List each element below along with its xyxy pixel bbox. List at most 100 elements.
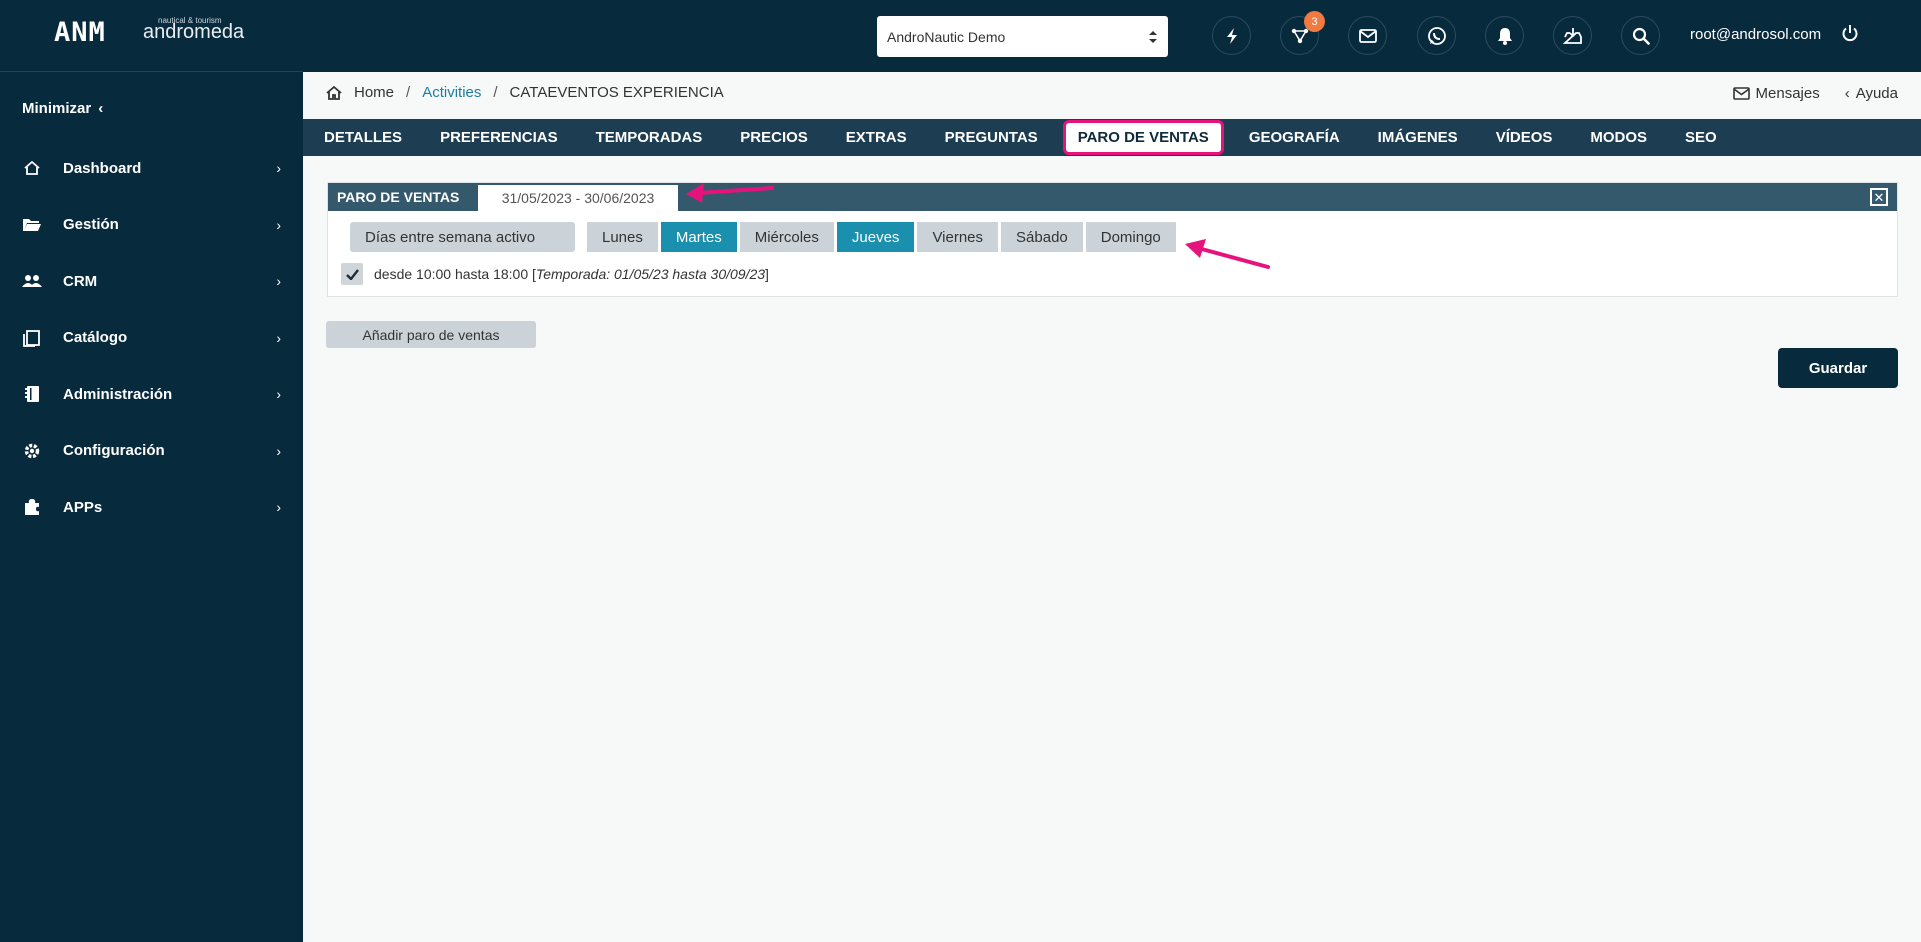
users-icon	[21, 270, 43, 292]
tab-imagenes[interactable]: IMÁGENES	[1359, 119, 1477, 156]
schedule-hours: desde 10:00 hasta 18:00 [	[374, 266, 536, 282]
chevron-left-icon: ‹	[1844, 85, 1850, 102]
close-icon[interactable]: ✕	[1870, 188, 1888, 206]
sidebar-item-label: Dashboard	[63, 159, 142, 177]
home-icon	[21, 157, 43, 179]
mail-icon	[1732, 87, 1750, 100]
sidebar-item-label: Administración	[63, 385, 173, 403]
sidebar-item-dashboard[interactable]: Dashboard ›	[0, 140, 303, 197]
catalog-icon	[21, 327, 43, 349]
day-miercoles[interactable]: Miércoles	[739, 222, 834, 252]
inbox-download-icon	[1562, 27, 1582, 44]
tab-seo[interactable]: SEO	[1666, 119, 1736, 156]
schedule-close-bracket: ]	[765, 266, 769, 282]
date-range-input[interactable]: 31/05/2023 - 30/06/2023	[478, 184, 678, 211]
quick-actions-button[interactable]	[1212, 16, 1251, 55]
power-icon	[1842, 25, 1858, 42]
chevron-right-icon: ›	[276, 160, 281, 177]
breadcrumb-home[interactable]: Home	[354, 84, 394, 101]
day-sabado[interactable]: Sábado	[1001, 222, 1083, 252]
chevron-right-icon: ›	[276, 329, 281, 346]
logo-name: andromeda	[143, 21, 245, 43]
puzzle-icon	[21, 496, 43, 518]
tab-temporadas[interactable]: TEMPORADAS	[577, 119, 722, 156]
topbar: AndroNautic Demo 3 root@androsol.com	[303, 0, 1921, 72]
chevron-right-icon: ›	[276, 216, 281, 233]
mail-icon	[1358, 28, 1377, 43]
tenant-select[interactable]: AndroNautic Demo	[877, 16, 1168, 57]
sidebar-item-catalogo[interactable]: Catálogo ›	[0, 310, 303, 367]
sidebar-item-crm[interactable]: CRM ›	[0, 253, 303, 310]
sidebar-item-apps[interactable]: APPs ›	[0, 479, 303, 536]
inbox-button[interactable]	[1553, 16, 1592, 55]
tab-geografia[interactable]: GEOGRAFÍA	[1230, 119, 1359, 156]
tab-paro-de-ventas[interactable]: PARO DE VENTAS	[1062, 120, 1224, 155]
day-viernes[interactable]: Viernes	[917, 222, 999, 252]
day-jueves[interactable]: Jueves	[836, 222, 915, 252]
network-button[interactable]: 3	[1280, 11, 1325, 55]
folder-icon	[21, 214, 43, 236]
help-label: Ayuda	[1855, 85, 1898, 102]
days-row: Días entre semana activo Lunes Martes Mi…	[350, 222, 1176, 252]
breadcrumb-current: CATAEVENTOS EXPERIENCIA	[509, 84, 724, 101]
breadcrumb-activities[interactable]: Activities	[422, 84, 481, 101]
schedule-checkbox[interactable]	[341, 263, 363, 285]
panel-title: PARO DE VENTAS	[337, 189, 460, 205]
notebook-icon	[21, 383, 43, 405]
home-icon	[326, 85, 342, 100]
search-button[interactable]	[1621, 16, 1660, 55]
sidebar-nav: Dashboard › Gestión › CRM › Catálogo › A…	[0, 140, 303, 536]
minimize-label: Minimizar	[22, 100, 92, 117]
sidebar-item-gestion[interactable]: Gestión ›	[0, 197, 303, 254]
breadcrumb-separator: /	[406, 84, 411, 101]
tab-preguntas[interactable]: PREGUNTAS	[926, 119, 1057, 156]
bell-icon	[1497, 27, 1512, 45]
panel-header: PARO DE VENTAS 31/05/2023 - 30/06/2023 ✕	[328, 183, 1897, 211]
breadcrumb-separator: /	[493, 84, 498, 101]
brand-logo[interactable]: ANM nautical & tourism andromeda	[0, 0, 303, 72]
breadcrumb: Home / Activities / CATAEVENTOS EXPERIEN…	[326, 84, 724, 101]
tab-detalles[interactable]: DETALLES	[305, 119, 421, 156]
weekday-selector: Lunes Martes Miércoles Jueves Viernes Sá…	[587, 222, 1176, 252]
notifications-button[interactable]	[1485, 16, 1524, 55]
sidebar-item-configuracion[interactable]: Configuración ›	[0, 423, 303, 480]
schedule-season: Temporada: 01/05/23 hasta 30/09/23	[535, 266, 766, 282]
schedule-text: desde 10:00 hasta 18:00 [Temporada: 01/0…	[374, 266, 769, 282]
chevron-right-icon: ›	[276, 499, 281, 516]
day-lunes[interactable]: Lunes	[587, 222, 658, 252]
tab-extras[interactable]: EXTRAS	[827, 119, 926, 156]
tab-videos[interactable]: VÍDEOS	[1477, 119, 1572, 156]
tab-preferencias[interactable]: PREFERENCIAS	[421, 119, 577, 156]
sidebar-item-label: Configuración	[63, 442, 165, 460]
day-domingo[interactable]: Domingo	[1085, 222, 1176, 252]
help-link[interactable]: ‹ Ayuda	[1845, 85, 1898, 102]
sidebar-item-label: APPs	[63, 498, 103, 516]
whatsapp-button[interactable]	[1417, 16, 1456, 55]
day-martes[interactable]: Martes	[660, 222, 737, 252]
gear-icon	[21, 440, 43, 462]
active-weekdays-toggle[interactable]: Días entre semana activo	[350, 222, 575, 252]
messages-link[interactable]: Mensajes	[1732, 85, 1820, 102]
sidebar-item-label: Catálogo	[63, 329, 128, 347]
save-button[interactable]: Guardar	[1778, 348, 1898, 388]
add-sales-stop-button[interactable]: Añadir paro de ventas	[326, 321, 536, 348]
search-icon	[1632, 27, 1650, 45]
tab-precios[interactable]: PRECIOS	[721, 119, 827, 156]
header-links: Mensajes ‹ Ayuda	[1732, 85, 1898, 102]
annotation-arrow	[686, 183, 774, 203]
logout-button[interactable]	[1841, 24, 1859, 47]
tab-bar: DETALLES PREFERENCIAS TEMPORADAS PRECIOS…	[303, 119, 1921, 156]
notification-badge: 3	[1304, 11, 1325, 32]
annotation-arrow	[1185, 239, 1270, 269]
messages-label: Mensajes	[1755, 85, 1820, 102]
tab-modos[interactable]: MODOS	[1571, 119, 1666, 156]
mail-button[interactable]	[1348, 16, 1387, 55]
sales-stop-panel: PARO DE VENTAS 31/05/2023 - 30/06/2023 ✕…	[327, 182, 1898, 297]
minimize-button[interactable]: Minimizar ‹	[22, 100, 103, 117]
chevron-right-icon: ›	[276, 273, 281, 290]
user-email[interactable]: root@androsol.com	[1690, 26, 1821, 43]
tenant-select-value: AndroNautic Demo	[887, 28, 1006, 45]
network-icon	[1291, 28, 1308, 43]
chevron-right-icon: ›	[276, 442, 281, 459]
sidebar-item-administracion[interactable]: Administración ›	[0, 366, 303, 423]
